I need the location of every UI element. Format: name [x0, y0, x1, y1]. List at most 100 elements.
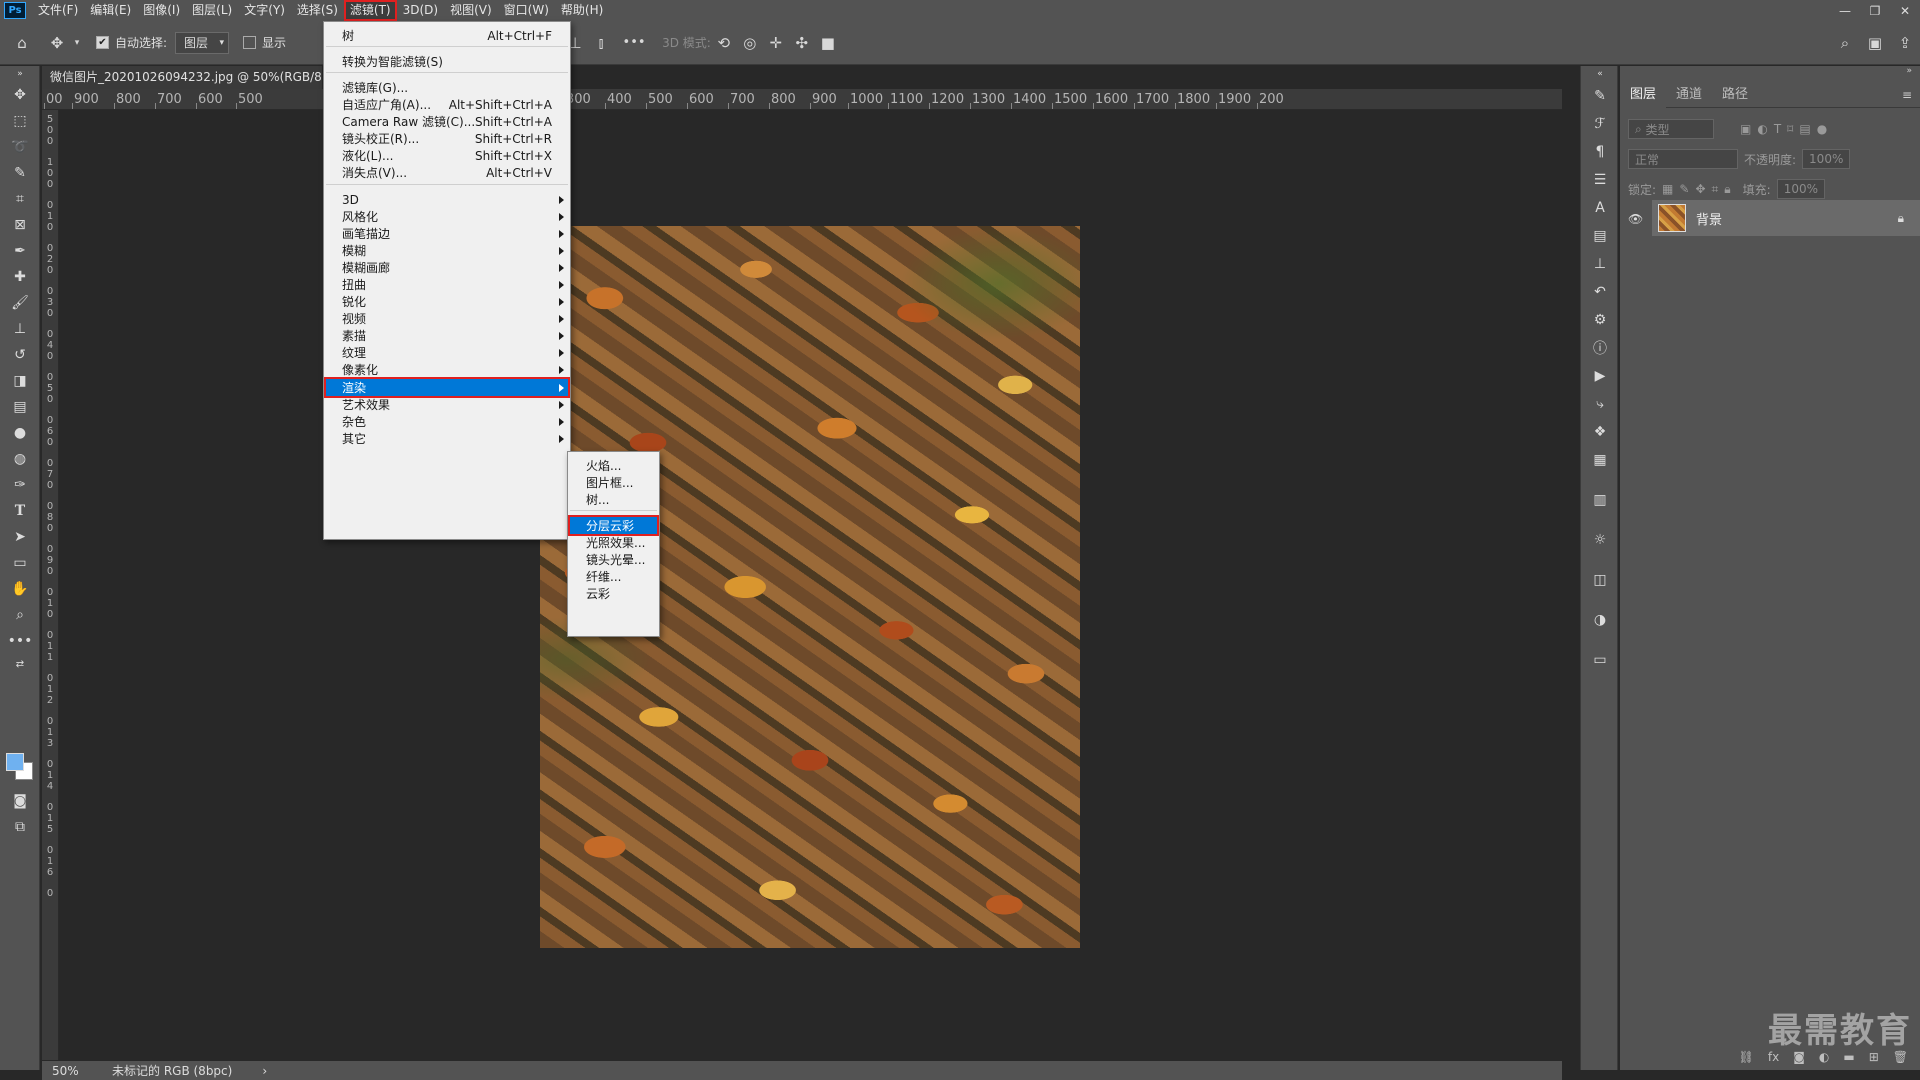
tab-2[interactable]: 路径 [1712, 82, 1758, 108]
move-tool-icon[interactable]: ✥ [0, 82, 40, 108]
menu-8[interactable]: 视图(V) [444, 0, 498, 21]
filter-pixel-icon[interactable]: ▣ [1740, 122, 1751, 136]
swatches-icon[interactable]: ◫ [1581, 566, 1619, 594]
opacity-input[interactable]: 100% [1802, 149, 1851, 169]
add-mask-icon[interactable]: ◙ [1793, 1050, 1805, 1064]
filter-menu-item[interactable]: 消失点(V)... Alt+Ctrl+V [324, 162, 570, 183]
swap-colors-icon[interactable]: ⇄ [0, 654, 40, 674]
more-options-icon[interactable]: ••• [614, 21, 654, 65]
navigator-icon[interactable]: ☼ [1581, 526, 1619, 554]
3d-roll-icon[interactable]: ◎ [737, 21, 763, 65]
clone-source-icon[interactable]: ⊥ [1581, 250, 1619, 278]
status-arrow-icon[interactable]: › [262, 1064, 267, 1078]
new-group-icon[interactable]: ▬ [1843, 1050, 1854, 1064]
brushes-icon[interactable]: ℱ [1581, 110, 1619, 138]
adjustments-icon[interactable]: ☰ [1581, 166, 1619, 194]
menu-5[interactable]: 选择(S) [291, 0, 344, 21]
close-icon[interactable]: ✕ [1890, 0, 1920, 21]
pen-tool-icon[interactable]: ✑ [0, 472, 40, 498]
move-tool-icon[interactable]: ✥ [44, 21, 70, 65]
restore-icon[interactable]: ❐ [1860, 0, 1890, 21]
3d-slide-icon[interactable]: ✣ [789, 21, 815, 65]
3d-pan-icon[interactable]: ✛ [763, 21, 789, 65]
layer-filter-dropdown[interactable]: ⌕ 类型 [1628, 119, 1714, 139]
gradient-tool-icon[interactable]: ▤ [0, 394, 40, 420]
menu-0[interactable]: 文件(F) [32, 0, 84, 21]
properties-icon[interactable]: ⚙ [1581, 306, 1619, 334]
layer-row[interactable]: 背景 🔒︎ [1652, 200, 1920, 236]
clone-stamp-tool-icon[interactable]: ⊥ [0, 316, 40, 342]
render-submenu-item[interactable]: 树... [568, 489, 659, 510]
workspace-icon[interactable]: ▣ [1860, 21, 1890, 65]
collapse-icon[interactable]: » [1620, 66, 1920, 82]
chevron-down-icon[interactable]: ▾ [70, 21, 84, 65]
layer-select-dropdown[interactable]: 图层 ▾ [175, 31, 230, 54]
auto-select-checkbox[interactable]: ✔ [96, 36, 109, 49]
lock-position-icon[interactable]: ✥ [1695, 182, 1705, 196]
rectangle-tool-icon[interactable]: ▭ [0, 550, 40, 576]
blur-tool-icon[interactable]: ● [0, 420, 40, 446]
color-icon[interactable]: ◑ [1581, 606, 1619, 634]
gradients-icon[interactable]: ▭ [1581, 646, 1619, 674]
menu-3[interactable]: 图层(L) [186, 0, 238, 21]
show-transform-checkbox[interactable] [243, 36, 257, 49]
eyedropper-tool-icon[interactable]: ✒ [0, 238, 40, 264]
filter-menu-item[interactable]: 树 Alt+Ctrl+F [324, 25, 570, 46]
foreground-color[interactable] [6, 753, 24, 771]
tab-0[interactable]: 图层 [1620, 81, 1667, 108]
lock-pixels-icon[interactable]: ✎ [1679, 182, 1689, 196]
quick-select-tool-icon[interactable]: ✎ [0, 160, 40, 186]
menu-4[interactable]: 文字(Y) [238, 0, 291, 21]
brush-tool-icon[interactable]: 🖌 [0, 290, 40, 316]
crop-tool-icon[interactable]: ⌗ [0, 186, 40, 212]
distribute-icon[interactable]: ⫾ [588, 21, 614, 65]
edit-toolbar-icon[interactable]: ••• [0, 628, 40, 654]
marquee-tool-icon[interactable]: ⬚ [0, 108, 40, 134]
collapse-icon[interactable]: » [0, 66, 40, 82]
filter-type-icon[interactable]: T [1774, 122, 1781, 136]
info-icon[interactable]: ⓘ [1581, 334, 1619, 362]
menu-2[interactable]: 图像(I) [137, 0, 186, 21]
layer-style-icon[interactable]: fx [1768, 1050, 1779, 1064]
history-brush-tool-icon[interactable]: ↺ [0, 342, 40, 368]
healing-brush-tool-icon[interactable]: ✚ [0, 264, 40, 290]
tab-1[interactable]: 通道 [1666, 82, 1712, 108]
libraries-icon[interactable]: ▤ [1581, 222, 1619, 250]
filter-menu-item[interactable]: 其它 [324, 428, 570, 449]
history-icon[interactable]: ↶ [1581, 278, 1619, 306]
lock-all-icon[interactable]: 🔒︎ [1724, 182, 1730, 197]
menu-1[interactable]: 编辑(E) [84, 0, 137, 21]
share-icon[interactable]: ⇪ [1890, 21, 1920, 65]
3d-icon[interactable]: ❖ [1581, 418, 1619, 446]
brush-settings-icon[interactable]: ✎ [1581, 82, 1619, 110]
lasso-tool-icon[interactable]: ➰ [0, 134, 40, 160]
filter-adjustment-icon[interactable]: ◐ [1757, 122, 1767, 136]
zoom-tool-icon[interactable]: ⌕ [0, 602, 40, 628]
type-tool-icon[interactable]: T [0, 498, 40, 524]
paragraph-icon[interactable]: ¶ [1581, 138, 1619, 166]
actions-icon[interactable]: ▶ [1581, 362, 1619, 390]
search-icon[interactable]: ⌕ [1830, 21, 1860, 65]
minimize-icon[interactable]: — [1830, 0, 1860, 21]
dodge-tool-icon[interactable]: ◍ [0, 446, 40, 472]
fill-input[interactable]: 100% [1776, 179, 1825, 199]
notes-icon[interactable]: ▥ [1581, 486, 1619, 514]
collapse-icon[interactable]: « [1581, 66, 1619, 82]
path-select-tool-icon[interactable]: ➤ [0, 524, 40, 550]
paths-icon[interactable]: ⤷ [1581, 390, 1619, 418]
table-icon[interactable]: ▦ [1581, 446, 1619, 474]
color-swatches[interactable] [6, 753, 36, 783]
lock-artboard-icon[interactable]: ⌗ [1712, 182, 1719, 197]
screen-mode-icon[interactable]: ⧉ [0, 814, 40, 840]
delete-layer-icon[interactable]: 🗑︎ [1893, 1050, 1908, 1064]
filter-smart-object-icon[interactable]: ▤ [1799, 122, 1810, 136]
new-layer-icon[interactable]: ⊞ [1869, 1050, 1879, 1064]
menu-10[interactable]: 帮助(H) [555, 0, 609, 21]
home-icon[interactable]: ⌂ [0, 21, 44, 65]
filter-shape-icon[interactable]: ⌑ [1787, 122, 1793, 136]
character-icon[interactable]: A [1581, 194, 1619, 222]
filter-toggle-icon[interactable]: ● [1817, 122, 1827, 136]
visibility-eye-icon[interactable]: 👁︎ [1628, 212, 1643, 226]
menu-7[interactable]: 3D(D) [397, 0, 444, 21]
menu-6[interactable]: 滤镜(T) [343, 0, 397, 21]
